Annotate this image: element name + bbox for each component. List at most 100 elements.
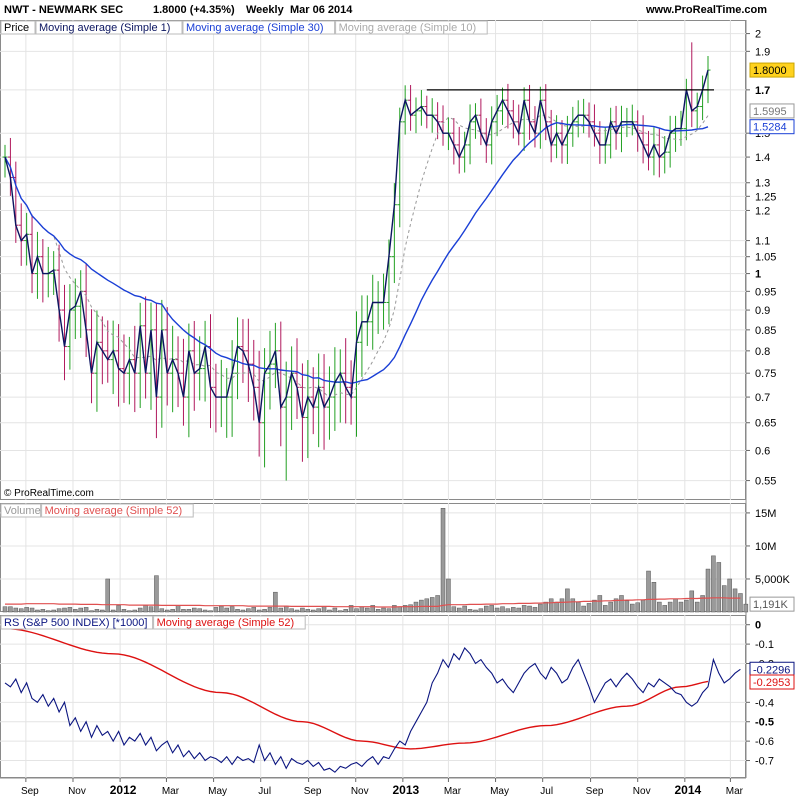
x-tick-label: May	[208, 786, 227, 797]
volume-bar	[246, 608, 251, 613]
copyright-label: © ProRealTime.com	[4, 488, 94, 499]
volume-bar	[484, 605, 489, 613]
volume-bar	[35, 609, 40, 613]
volume-bar	[500, 606, 505, 613]
volume-bar	[137, 607, 143, 613]
volume-bar	[273, 591, 278, 613]
volume-bar	[624, 600, 630, 613]
price-last-label: 1.8000	[753, 65, 787, 77]
volume-bar	[456, 607, 462, 613]
volume-bar	[521, 605, 527, 613]
volume-bar	[100, 609, 105, 613]
volume-bar	[721, 585, 727, 613]
volume-bar	[24, 607, 29, 613]
volume-bar	[251, 607, 257, 613]
price-tick-label: 1.1	[755, 236, 770, 248]
volume-bar	[608, 601, 613, 613]
volume-bar	[127, 610, 132, 613]
price-tick-label: 0.6	[755, 445, 770, 457]
volume-bar	[305, 609, 311, 613]
price-tick-label: 0.95	[755, 286, 776, 298]
volume-bar	[240, 609, 246, 613]
x-tick-label: Nov	[351, 786, 369, 797]
volume-bar	[192, 607, 197, 613]
panel-frame-1	[0, 503, 746, 612]
volume-bar	[159, 608, 165, 613]
volume-bar	[56, 608, 62, 613]
price-tick-label: 0.65	[755, 418, 776, 430]
volume-tick-label: 10M	[755, 541, 776, 553]
panel-frame-0	[0, 20, 746, 500]
volume-bar	[338, 610, 343, 613]
volume-bar	[592, 599, 597, 613]
volume-bar	[646, 570, 651, 613]
price-last-label: 1.5995	[753, 106, 787, 118]
volume-bar	[397, 606, 403, 613]
volume-bar	[527, 605, 532, 613]
price-tick-label: 0.8	[755, 346, 770, 358]
volume-bar	[359, 606, 365, 613]
volume-bar	[316, 608, 321, 613]
volume-bar	[711, 555, 716, 613]
x-tick-label: Sep	[304, 786, 322, 797]
volume-bar	[327, 609, 332, 613]
volume-bar	[321, 606, 327, 613]
volume-bar	[630, 603, 635, 613]
volume-bar	[121, 609, 127, 613]
volume-bar	[538, 603, 543, 613]
volume-bar	[381, 607, 386, 613]
volume-bar	[51, 609, 56, 613]
volume-bar	[132, 609, 138, 613]
volume-bar	[689, 590, 695, 613]
volume-bar	[570, 598, 576, 613]
volume-bar	[105, 578, 110, 613]
volume-bar	[2, 606, 8, 613]
volume-bar	[175, 605, 181, 613]
stock-chart[interactable]: 21.91.71.51.41.31.251.21.11.0510.950.90.…	[0, 0, 800, 800]
volume-bar	[586, 603, 592, 613]
price-tick-label: 2	[755, 29, 761, 41]
volume-bar	[467, 609, 473, 613]
volume-bar	[581, 605, 586, 613]
volume-legend-item: Volume	[4, 505, 41, 517]
volume-bar	[154, 575, 159, 613]
volume-bar	[278, 607, 284, 613]
x-tick-label: 2012	[110, 783, 137, 797]
volume-bar	[516, 607, 521, 613]
volume-bar	[684, 599, 689, 613]
price-tick-label: 0.85	[755, 325, 776, 337]
volume-bar	[365, 607, 370, 613]
volume-bar	[229, 606, 235, 613]
volume-last-label: 1,191K	[753, 599, 789, 611]
volume-bar	[408, 604, 413, 613]
volume-bar	[83, 607, 89, 613]
volume-bar	[451, 606, 457, 613]
volume-bar	[743, 603, 749, 613]
x-tick-label: Mar	[726, 786, 744, 797]
x-tick-label: Sep	[586, 786, 604, 797]
rs-last-label: -0.2953	[753, 677, 790, 689]
volume-bar	[657, 601, 662, 613]
volume-bar	[667, 601, 673, 613]
price-legend-item: Moving average (Simple 30)	[186, 22, 324, 34]
rs-tick-label: -0.6	[755, 736, 774, 748]
volume-bar	[62, 607, 67, 613]
volume-bar	[575, 601, 581, 613]
volume-bar	[94, 609, 100, 613]
volume-bar	[235, 609, 240, 613]
rs-legend-item: Moving average (Simple 52)	[157, 617, 295, 629]
volume-bar	[440, 508, 446, 613]
volume-bar	[89, 610, 94, 613]
volume-bar	[300, 607, 305, 613]
price-tick-label: 0.7	[755, 392, 770, 404]
volume-bar	[532, 607, 538, 613]
price-tick-label: 1.7	[755, 85, 770, 97]
volume-bar	[597, 595, 603, 613]
volume-bar	[473, 609, 478, 613]
volume-bar	[310, 609, 316, 613]
x-tick-label: Jul	[258, 786, 271, 797]
volume-bar	[181, 609, 186, 613]
volume-bar	[13, 607, 19, 613]
price-legend-item: Moving average (Simple 10)	[339, 22, 477, 34]
volume-bar	[727, 578, 732, 613]
